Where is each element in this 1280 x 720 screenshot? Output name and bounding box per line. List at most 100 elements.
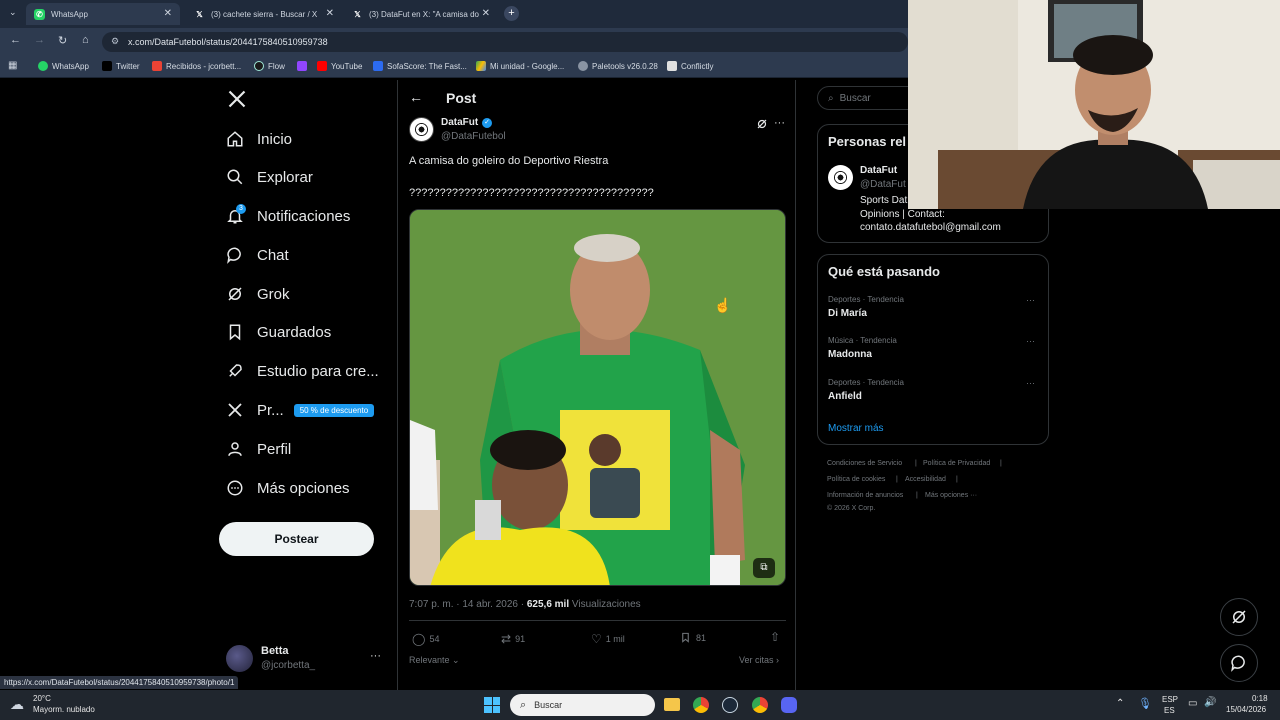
nav-more[interactable]: Más opciones xyxy=(226,473,350,503)
tray-chevron-icon[interactable]: ⌃ xyxy=(1116,698,1124,709)
media-edit-icon[interactable]: ⧉ xyxy=(753,558,775,578)
tab-list-chevron-icon[interactable]: ⌄ xyxy=(9,7,17,18)
bookmark-gmail[interactable]: Recibidos - jcorbett... xyxy=(152,61,241,71)
windows-start-icon[interactable] xyxy=(484,697,500,713)
tab-search[interactable]: 𝕏 (3) cachete sierra - Buscar / X ✕ xyxy=(186,3,342,25)
bookmark-twitter[interactable]: Twitter xyxy=(102,61,140,71)
more-dots-icon[interactable]: ··· xyxy=(1026,378,1035,388)
meta-divider xyxy=(409,620,786,621)
footer-more-link[interactable]: Más opciones ··· xyxy=(925,492,977,499)
post-media-image[interactable]: ⧉ xyxy=(409,209,786,586)
footer-terms-link[interactable]: Condiciones de Servicio xyxy=(827,460,902,467)
person-bio-line: Opinions | Contact: xyxy=(860,209,945,220)
author-avatar[interactable] xyxy=(409,117,434,142)
grok-floating-button[interactable] xyxy=(1220,598,1258,636)
x-logo-icon[interactable] xyxy=(227,89,247,109)
search-icon: ⌕ xyxy=(828,92,834,104)
search-icon xyxy=(227,169,243,185)
close-icon[interactable]: ✕ xyxy=(164,8,172,19)
discord-icon[interactable] xyxy=(781,697,797,713)
person-name[interactable]: DataFut xyxy=(860,165,897,176)
weather-icon[interactable]: ☁ xyxy=(10,696,24,713)
messages-floating-button[interactable] xyxy=(1220,644,1258,682)
bookmark-sofascore[interactable]: SofaScore: The Fast... xyxy=(373,61,467,71)
bookmark-conflictly[interactable]: Conflictly xyxy=(667,61,713,71)
site-info-icon[interactable]: ⚙ xyxy=(111,36,119,47)
apps-grid-icon[interactable]: ▦ xyxy=(8,60,17,71)
sort-relevant-dropdown[interactable]: Relevante ⌄ xyxy=(409,655,460,666)
bookmark-whatsapp[interactable]: WhatsApp xyxy=(38,61,89,71)
reply-button[interactable]: ◯ 54 xyxy=(412,632,439,646)
chrome-icon[interactable] xyxy=(693,697,709,713)
forward-arrow-icon[interactable]: → xyxy=(34,34,45,46)
microphone-icon[interactable]: 🎙 xyxy=(1138,697,1152,710)
trend-item[interactable]: Deportes · Tendencia Di María ··· xyxy=(828,295,1038,319)
file-explorer-icon[interactable] xyxy=(664,698,680,711)
footer-cookies-link[interactable]: Política de cookies xyxy=(827,476,885,483)
account-switcher[interactable]: Betta @jcorbetta_ ··· xyxy=(226,643,386,675)
tab-whatsapp[interactable]: ✆ WhatsApp ✕ xyxy=(26,3,180,25)
volume-icon[interactable]: 🔊 xyxy=(1204,697,1216,708)
bookmark-google-drive[interactable]: Mi unidad - Google... xyxy=(476,61,564,71)
bookmark-button[interactable]: 81 xyxy=(680,632,706,643)
nav-creator-studio[interactable]: Estudio para cre... xyxy=(226,356,379,386)
footer-privacy-link[interactable]: Política de Privacidad xyxy=(923,460,990,467)
nav-grok[interactable]: Grok xyxy=(226,279,290,309)
back-arrow-icon[interactable]: ← xyxy=(409,89,423,105)
nav-chat[interactable]: Chat xyxy=(226,240,289,270)
bookmark-flow[interactable]: Flow xyxy=(254,61,285,71)
nav-bookmarks[interactable]: Guardados xyxy=(226,317,331,347)
clock-time[interactable]: 0:18 xyxy=(1252,694,1268,703)
footer-accessibility-link[interactable]: Accesibilidad xyxy=(905,476,946,483)
bookmark-twitch[interactable] xyxy=(297,61,311,71)
more-dots-icon[interactable]: ··· xyxy=(370,650,381,662)
search-icon: ⌕ xyxy=(520,698,527,711)
nav-profile[interactable]: Perfil xyxy=(226,434,291,464)
nav-label: Explorar xyxy=(257,168,313,186)
taskbar-search[interactable]: ⌕ Buscar xyxy=(510,694,655,716)
like-button[interactable]: ♡ 1 mil xyxy=(591,632,625,646)
show-more-link[interactable]: Mostrar más xyxy=(828,423,884,434)
close-icon[interactable]: ✕ xyxy=(482,8,490,19)
nav-premium[interactable]: Pr... 50 % de descuento xyxy=(226,395,375,425)
keyboard-layout: ES xyxy=(1164,706,1175,715)
tab-post[interactable]: 𝕏 (3) DataFut en X: "A camisa do ✕ xyxy=(344,3,498,25)
bookmark-youtube[interactable]: YouTube xyxy=(317,61,362,71)
network-icon[interactable]: ▭ xyxy=(1188,698,1197,709)
steam-icon[interactable] xyxy=(722,697,738,713)
view-quotes-link[interactable]: Ver citas › xyxy=(739,655,779,665)
footer-ads-info-link[interactable]: Información de anuncios xyxy=(827,492,903,499)
nav-home[interactable]: Inicio xyxy=(226,124,292,154)
nav-explore[interactable]: Explorar xyxy=(226,162,313,192)
more-dots-icon[interactable]: ··· xyxy=(774,117,785,129)
nav-notifications[interactable]: Notificaciones 3 xyxy=(226,201,350,231)
more-dots-icon[interactable]: ··· xyxy=(1026,336,1035,346)
reload-icon[interactable]: ↻ xyxy=(58,34,67,47)
nav-label: Notificaciones xyxy=(257,207,351,225)
new-tab-button[interactable]: + xyxy=(504,6,519,21)
back-arrow-icon[interactable]: ← xyxy=(10,34,21,46)
post-timestamp[interactable]: 7:07 p. m. · 14 abr. 2026 · xyxy=(409,599,527,610)
home-icon[interactable]: ⌂ xyxy=(82,34,89,46)
heart-icon: ♡ xyxy=(591,632,602,646)
post-column: ← Post DataFut ✓ @DataFutebol ··· A cami… xyxy=(397,80,796,690)
author-name[interactable]: DataFut xyxy=(441,117,478,128)
bookmark-paletools[interactable]: Paletools v26.0.28 xyxy=(578,61,658,71)
post-button[interactable]: Postear xyxy=(219,522,374,556)
author-handle[interactable]: @DataFutebol xyxy=(441,131,506,142)
repost-button[interactable]: ⇄ 91 xyxy=(501,632,525,646)
weather-temp[interactable]: 20°C xyxy=(33,694,51,703)
close-icon[interactable]: ✕ xyxy=(326,8,334,19)
chrome-profile-icon[interactable] xyxy=(752,697,768,713)
more-dots-icon[interactable]: ··· xyxy=(1026,295,1035,305)
person-avatar[interactable] xyxy=(828,165,853,190)
address-bar[interactable]: ⚙ x.com/DataFutebol/status/2044175840510… xyxy=(102,32,908,52)
rocket-icon xyxy=(229,364,242,377)
trend-item[interactable]: Música · Tendencia Madonna ··· xyxy=(828,336,1038,360)
trends-panel: Qué está pasando Deportes · Tendencia Di… xyxy=(817,254,1049,445)
person-bio-email: contato.datafutebol@gmail.com xyxy=(860,222,1001,233)
language-indicator[interactable]: ESP xyxy=(1162,695,1178,704)
trend-item[interactable]: Deportes · Tendencia Anfield ··· xyxy=(828,378,1038,402)
grok-icon[interactable] xyxy=(756,118,768,130)
share-icon[interactable]: ⇧ xyxy=(770,630,780,644)
